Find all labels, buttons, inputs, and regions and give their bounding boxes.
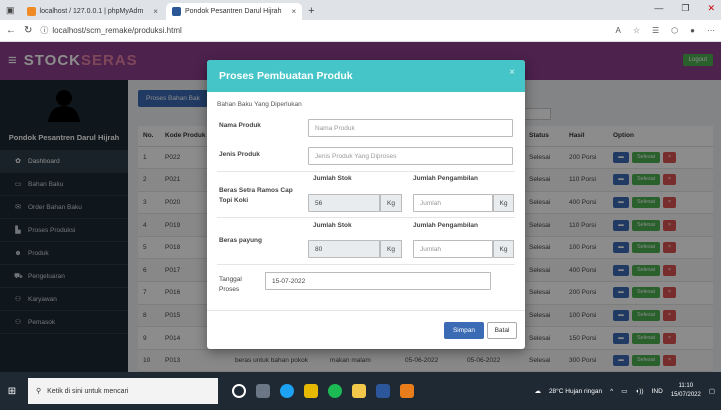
reload-icon[interactable]: ↻ [24,25,32,36]
batal-button[interactable]: Batal [487,322,517,339]
site-favicon-icon [171,7,181,16]
file-explorer-icon[interactable] [352,384,366,398]
stok-label: Jumlah Stok [313,175,352,182]
new-tab-icon[interactable]: + [308,5,314,17]
nama-produk-input[interactable]: Nama Produk [308,119,513,137]
pengambilan-input[interactable]: Jumlah [413,240,493,258]
pengambilan-input[interactable]: Jumlah [413,194,493,212]
pengambilan-label: Jumlah Pengambilan [413,175,479,182]
pengambilan-unit: Kg [493,240,514,258]
word-icon[interactable] [376,384,390,398]
proses-produk-modal: Proses Pembuatan Produk × Bahan Baku Yan… [207,60,525,349]
system-tray: ☁ 28°C Hujan ringan ^ ▭ ◖)) IND 11:10 15… [534,372,715,410]
divider [217,171,515,172]
browser-tabbar: ▣ localhost / 127.0.0.1 | phpMyAdm × Pon… [0,0,721,20]
windows-start-icon[interactable]: ⊞ [0,372,24,410]
chevron-up-icon[interactable]: ^ [610,388,613,395]
edge-icon[interactable] [280,384,294,398]
search-icon: ⚲ [36,388,42,395]
stok-field: 56 [308,194,380,212]
more-icon[interactable]: ⋯ [707,26,715,35]
back-icon[interactable]: ← [6,25,16,36]
close-tab-icon[interactable]: × [291,7,296,16]
close-window-icon[interactable]: ✕ [707,3,715,14]
clock[interactable]: 11:10 15/07/2022 [671,382,701,400]
taskbar-apps [232,384,414,398]
close-icon[interactable]: × [509,67,515,78]
network-icon[interactable]: ▭ [621,387,627,395]
star-icon[interactable]: ☆ [633,26,640,35]
divider [217,264,515,265]
url-text: localhost/scm_remake/produksi.html [52,26,182,35]
pengambilan-unit: Kg [493,194,514,212]
stok-unit: Kg [380,194,402,212]
address-bar-actions: A ☆ ☰ ⬡ ● ⋯ [615,26,715,35]
favorites-icon[interactable]: ☰ [652,26,659,35]
app-icon[interactable] [304,384,318,398]
clock-date: 15/07/2022 [670,392,701,398]
divider [217,217,515,218]
windows-taskbar: ⊞ ⚲ Ketik di sini untuk mencari ☁ 28°C H… [0,372,721,410]
pengambilan-label: Jumlah Pengambilan [413,222,479,229]
weather-icon[interactable]: ☁ [534,387,541,395]
tanggal-input[interactable]: 15-07-2022 [265,272,491,290]
read-aloud-icon[interactable]: A [615,26,620,35]
window-controls: — ❐ ✕ [654,3,715,14]
material-name: Beras payung [219,237,262,244]
extensions-icon[interactable]: ⬡ [671,26,678,35]
xampp-icon[interactable] [400,384,414,398]
close-tab-icon[interactable]: × [153,7,158,16]
tab-title: Pondok Pesantren Darul Hijrah [184,8,282,15]
info-icon[interactable]: ⓘ [40,25,48,36]
window-menu-icon[interactable]: ▣ [6,5,15,16]
tanggal-label: Tanggal Proses [219,276,242,293]
weather-text[interactable]: 28°C Hujan ringan [549,388,602,395]
material-name: Beras Setra Ramos Cap Topi Koki [219,187,293,204]
simpan-button[interactable]: Simpan [444,322,484,339]
clock-time: 11:10 [678,383,694,389]
spotify-icon[interactable] [328,384,342,398]
stok-unit: Kg [380,240,402,258]
modal-header: Proses Pembuatan Produk × [207,60,525,92]
taskbar-search-placeholder: Ketik di sini untuk mencari [47,387,129,395]
url-field[interactable]: ⓘ localhost/scm_remake/produksi.html [40,25,607,36]
stok-field: 80 [308,240,380,258]
divider [207,310,525,311]
browser-tab-phpmyadmin[interactable]: localhost / 127.0.0.1 | phpMyAdm × [21,3,164,20]
notification-icon[interactable]: ▢ [709,387,715,395]
taskbar-search[interactable]: ⚲ Ketik di sini untuk mencari [28,378,218,404]
modal-subtitle: Bahan Baku Yang Diperlukan [217,101,302,108]
nama-produk-label: Nama Produk [219,122,261,129]
browser-tab-pondok[interactable]: Pondok Pesantren Darul Hijrah × [165,3,303,20]
restore-icon[interactable]: ❐ [681,3,689,14]
task-view-icon[interactable] [256,384,270,398]
tab-title: localhost / 127.0.0.1 | phpMyAdm [39,8,144,15]
address-bar: ← ↻ ⓘ localhost/scm_remake/produksi.html… [0,20,721,42]
jenis-produk-label: Jenis Produk [219,151,260,158]
modal-title: Proses Pembuatan Produk [219,70,353,82]
phpmyadmin-favicon-icon [26,7,36,16]
jenis-produk-input[interactable]: Jenis Produk Yang Diproses [308,147,513,165]
language-indicator[interactable]: IND [652,388,663,395]
cortana-icon[interactable] [232,384,246,398]
volume-icon[interactable]: ◖)) [635,388,643,395]
minimize-icon[interactable]: — [654,3,663,14]
stok-label: Jumlah Stok [313,222,352,229]
profile-icon[interactable]: ● [690,26,695,35]
